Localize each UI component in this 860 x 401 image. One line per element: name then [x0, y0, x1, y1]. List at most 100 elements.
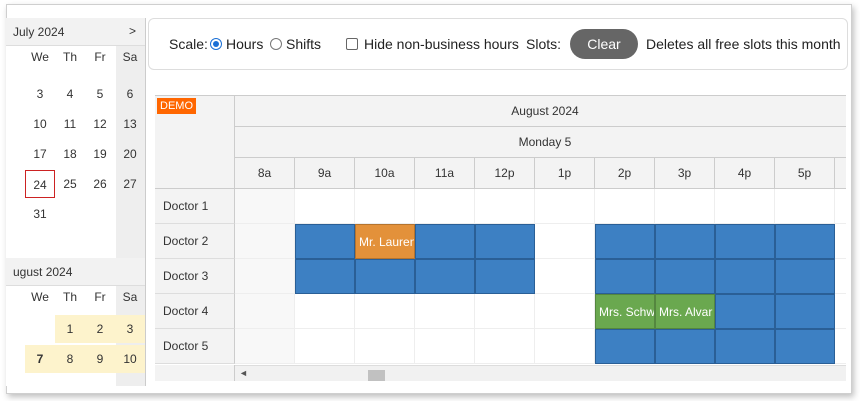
shifts-radio[interactable]: [270, 38, 282, 50]
free-slot[interactable]: [775, 224, 835, 259]
grid-cell[interactable]: [535, 259, 595, 294]
navigator-day[interactable]: 11: [55, 110, 85, 138]
grid-cell[interactable]: [535, 329, 595, 364]
free-slot[interactable]: [715, 329, 775, 364]
free-slot[interactable]: [715, 294, 775, 329]
free-slot[interactable]: [595, 259, 655, 294]
free-slot[interactable]: [415, 259, 475, 294]
grid-cell[interactable]: [355, 189, 415, 224]
grid-cell[interactable]: [295, 329, 355, 364]
grid-cell[interactable]: [355, 294, 415, 329]
navigator-day[interactable]: 9: [85, 345, 115, 373]
weekday-header: Th: [62, 290, 77, 304]
grid-cell[interactable]: [235, 224, 295, 259]
free-slot[interactable]: [595, 329, 655, 364]
grid-cell[interactable]: [295, 189, 355, 224]
navigator-day[interactable]: 10: [25, 110, 55, 138]
scale-hours-option[interactable]: Hours: [210, 36, 263, 52]
hours-radio[interactable]: [210, 38, 222, 50]
navigator-day[interactable]: 5: [85, 80, 115, 108]
navigator-day[interactable]: 25: [55, 170, 85, 198]
grid-cell[interactable]: [475, 189, 535, 224]
navigator-day[interactable]: 12: [85, 110, 115, 138]
grid-cell[interactable]: [415, 294, 475, 329]
grid-cell[interactable]: [595, 189, 655, 224]
hide-nonbusiness-option[interactable]: Hide non-business hours: [346, 36, 519, 52]
navigator-day[interactable]: 19: [85, 140, 115, 168]
grid-cell[interactable]: [835, 224, 846, 259]
grid-cell[interactable]: [775, 189, 835, 224]
navigator-day[interactable]: 17: [25, 140, 55, 168]
free-slot[interactable]: [415, 224, 475, 259]
grid-cell[interactable]: [835, 294, 846, 329]
navigator-day[interactable]: 0: [6, 200, 16, 228]
navigator-day[interactable]: 18: [55, 140, 85, 168]
navigator-day[interactable]: 5: [6, 140, 16, 168]
navigator-day[interactable]: 1: [55, 315, 85, 343]
grid-cell[interactable]: [415, 189, 475, 224]
navigator-day: [25, 315, 55, 343]
navigator-day[interactable]: 26: [85, 170, 115, 198]
next-month-button[interactable]: >: [129, 24, 136, 38]
navigator-day[interactable]: 10: [115, 345, 145, 373]
grid-cell[interactable]: [295, 294, 355, 329]
navigator-day[interactable]: 31: [25, 200, 55, 228]
navigator-day[interactable]: 3: [115, 315, 145, 343]
grid-cell[interactable]: [535, 189, 595, 224]
resource-row-header[interactable]: Doctor 4: [155, 294, 235, 329]
navigator-day[interactable]: 20: [115, 140, 145, 168]
resource-row-header[interactable]: Doctor 5: [155, 329, 235, 364]
free-slot[interactable]: [655, 259, 715, 294]
grid-cell[interactable]: [835, 189, 846, 224]
free-slot[interactable]: [715, 224, 775, 259]
grid-cell[interactable]: [535, 224, 595, 259]
navigator-day[interactable]: 2: [85, 315, 115, 343]
grid-cell[interactable]: [475, 294, 535, 329]
grid-cell[interactable]: [835, 259, 846, 294]
free-slot[interactable]: [295, 259, 355, 294]
horizontal-scrollbar[interactable]: ◄: [235, 365, 846, 381]
free-slot[interactable]: [775, 294, 835, 329]
hide-nonbusiness-checkbox[interactable]: [346, 38, 358, 50]
free-slot[interactable]: [295, 224, 355, 259]
free-slot[interactable]: [775, 259, 835, 294]
navigator-day[interactable]: 13: [115, 110, 145, 138]
navigator-day: [6, 170, 16, 198]
navigator-day[interactable]: 4: [55, 80, 85, 108]
grid-cell[interactable]: [535, 294, 595, 329]
scrollbar-thumb[interactable]: [368, 370, 385, 381]
grid-cell[interactable]: [235, 189, 295, 224]
resource-row-header[interactable]: Doctor 2: [155, 224, 235, 259]
grid-cell[interactable]: [235, 329, 295, 364]
scale-shifts-option[interactable]: Shifts: [270, 36, 321, 52]
clear-button[interactable]: Clear: [570, 29, 638, 59]
grid-cell[interactable]: [235, 294, 295, 329]
appointment-event[interactable]: Mr. Lauren: [355, 224, 415, 259]
appointment-event[interactable]: Mrs. Schw: [595, 294, 655, 329]
navigator-day[interactable]: 27: [115, 170, 145, 198]
grid-cell[interactable]: [415, 329, 475, 364]
grid-cell[interactable]: [475, 329, 535, 364]
free-slot[interactable]: [475, 224, 535, 259]
grid-cell[interactable]: [355, 329, 415, 364]
free-slot[interactable]: [595, 224, 655, 259]
free-slot[interactable]: [475, 259, 535, 294]
navigator-day[interactable]: 7: [25, 345, 55, 373]
free-slot[interactable]: [355, 259, 415, 294]
grid-cell[interactable]: [655, 189, 715, 224]
free-slot[interactable]: [655, 329, 715, 364]
scroll-left-icon[interactable]: ◄: [239, 368, 248, 378]
navigator-day[interactable]: 3: [25, 80, 55, 108]
navigator-day[interactable]: 6: [115, 80, 145, 108]
resource-row-header[interactable]: Doctor 3: [155, 259, 235, 294]
free-slot[interactable]: [775, 329, 835, 364]
navigator-day[interactable]: 24: [25, 170, 55, 198]
navigator-day[interactable]: 8: [55, 345, 85, 373]
grid-cell[interactable]: [835, 329, 846, 364]
free-slot[interactable]: [715, 259, 775, 294]
grid-cell[interactable]: [235, 259, 295, 294]
free-slot[interactable]: [655, 224, 715, 259]
resource-row-header[interactable]: Doctor 1: [155, 189, 235, 224]
grid-cell[interactable]: [715, 189, 775, 224]
appointment-event[interactable]: Mrs. Alvar: [655, 294, 715, 329]
